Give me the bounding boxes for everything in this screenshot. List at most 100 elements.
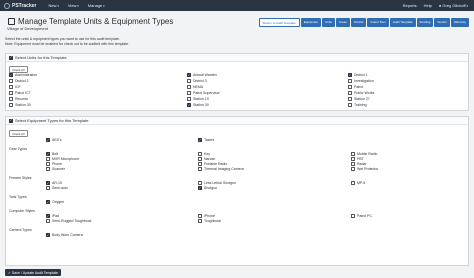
checkbox[interactable]: ✓ xyxy=(46,214,50,218)
brand[interactable]: PSTracker xyxy=(4,2,36,9)
checkbox[interactable] xyxy=(187,79,191,83)
checkbox-item[interactable]: ICF xyxy=(9,85,21,89)
checkbox[interactable] xyxy=(348,79,352,83)
tab-return-to-audit-template[interactable]: Return to Audit Template xyxy=(258,18,300,27)
checkbox[interactable] xyxy=(351,162,355,166)
checkbox[interactable] xyxy=(187,97,191,101)
checkbox[interactable] xyxy=(187,91,191,95)
checkbox[interactable] xyxy=(9,97,13,101)
checkbox[interactable]: ✓ xyxy=(198,138,202,142)
checkbox[interactable] xyxy=(198,152,202,156)
checkbox[interactable]: ✓ xyxy=(198,186,202,190)
checkbox[interactable] xyxy=(348,85,352,89)
checkbox[interactable] xyxy=(348,91,352,95)
checkbox[interactable] xyxy=(348,97,352,101)
checkbox[interactable] xyxy=(198,157,202,161)
checkbox-item[interactable]: ✓ AED's xyxy=(46,138,62,142)
checkbox[interactable] xyxy=(351,214,355,218)
checkbox[interactable] xyxy=(351,157,355,161)
checkbox[interactable] xyxy=(187,85,191,89)
checkbox-item[interactable]: iPhone xyxy=(198,214,215,218)
checkbox-item[interactable]: District 3 xyxy=(187,79,207,83)
checkbox[interactable]: ✓ xyxy=(46,138,50,142)
checkbox-item[interactable]: Records xyxy=(9,97,28,101)
save-template-button[interactable]: ✓ Save / Update Audit Template xyxy=(5,269,61,276)
nav-help-link[interactable]: Help xyxy=(424,3,432,8)
checkbox-item[interactable]: Phone xyxy=(46,162,62,166)
nav-reports-link[interactable]: Reports xyxy=(403,3,417,8)
checkbox[interactable] xyxy=(351,152,355,156)
checkbox[interactable] xyxy=(46,167,50,171)
checkbox-item[interactable]: Mobile Radio xyxy=(351,152,377,156)
nav-menu-manage[interactable]: Manage xyxy=(88,3,105,8)
checkbox-item[interactable]: Portable Radio xyxy=(198,162,227,166)
checkbox[interactable]: ✓ xyxy=(187,73,191,77)
checkbox-item[interactable]: Station 19 xyxy=(187,97,209,101)
tab-nav-3[interactable]: Areas xyxy=(335,18,350,27)
tab-nav-7[interactable]: Funding xyxy=(416,18,434,27)
tab-nav-6[interactable]: Audit Template xyxy=(389,18,416,27)
checkbox[interactable] xyxy=(46,157,50,161)
checkbox-item[interactable]: Toughbook xyxy=(198,219,221,223)
checkbox-item[interactable]: ✓ Shotgun xyxy=(198,186,217,190)
equipment-check-all-button[interactable]: Check All xyxy=(9,130,28,137)
checkbox-item[interactable]: ✓ Administration xyxy=(9,73,37,77)
tab-nav-2[interactable]: Units xyxy=(322,18,335,27)
checkbox-item[interactable]: Station 30 xyxy=(9,103,31,107)
checkbox-item[interactable]: Semi-auto xyxy=(46,186,68,190)
tab-nav-4[interactable]: Vehicle xyxy=(350,18,367,27)
checkbox-item[interactable]: PBT xyxy=(351,157,364,161)
checkbox[interactable] xyxy=(351,181,355,185)
user-menu[interactable]: ● Greg Glickoff xyxy=(439,3,468,8)
units-section-toggle[interactable]: ✓ xyxy=(9,55,13,60)
checkbox-item[interactable]: Less Lethal Shotgun xyxy=(198,181,236,185)
checkbox-item[interactable]: NEMA xyxy=(187,85,203,89)
checkbox-item[interactable]: Patrol Supervisor xyxy=(187,91,220,95)
units-check-all-button[interactable]: Check All xyxy=(9,66,28,73)
checkbox-item[interactable]: Patrol ICT xyxy=(9,91,31,95)
checkbox[interactable] xyxy=(9,85,13,89)
checkbox-item[interactable]: ✓ Tasers xyxy=(198,138,214,142)
checkbox[interactable]: ✓ xyxy=(46,181,50,185)
nav-menu-view[interactable]: View xyxy=(68,3,79,8)
checkbox-item[interactable]: Patrol xyxy=(348,85,363,89)
checkbox-item[interactable]: ✓ Body Worn Camera xyxy=(46,233,83,237)
tab-nav-5[interactable]: Indent Sum xyxy=(367,18,389,27)
nav-menu-new[interactable]: New xyxy=(48,3,58,8)
checkbox-item[interactable]: ✓ Animal Warden xyxy=(187,73,217,77)
checkbox[interactable] xyxy=(198,162,202,166)
checkbox-item[interactable]: MVR Microphone xyxy=(46,157,79,161)
checkbox-item[interactable]: ✓ District 1 xyxy=(348,73,368,77)
checkbox-item[interactable]: Public Works xyxy=(348,91,374,95)
checkbox-item[interactable]: MP-5 xyxy=(351,181,365,185)
checkbox-item[interactable]: Scanner xyxy=(46,167,65,171)
checkbox-item[interactable]: ✓ Belt xyxy=(46,152,58,156)
equipment-section-toggle[interactable]: ✓ xyxy=(9,118,13,123)
checkbox-item[interactable]: Thermal Imaging Camera xyxy=(198,167,244,171)
checkbox[interactable] xyxy=(9,103,13,107)
tab-nav-9[interactable]: Warranty xyxy=(450,18,469,27)
checkbox[interactable] xyxy=(46,162,50,166)
checkbox[interactable] xyxy=(198,219,202,223)
checkbox[interactable]: ✓ xyxy=(187,103,191,107)
checkbox[interactable] xyxy=(198,167,202,171)
checkbox-item[interactable]: ✓ AR-15 xyxy=(46,181,62,185)
checkbox[interactable] xyxy=(46,186,50,190)
checkbox[interactable] xyxy=(348,103,352,107)
checkbox-item[interactable]: Semi-Rugged Toughbook xyxy=(46,219,91,223)
checkbox[interactable]: ✓ xyxy=(348,73,352,77)
checkbox[interactable]: ✓ xyxy=(46,233,50,237)
checkbox-item[interactable]: Wet Protector xyxy=(351,167,378,171)
checkbox[interactable] xyxy=(198,214,202,218)
checkbox-item[interactable]: Patrol PC xyxy=(351,214,372,218)
checkbox-item[interactable]: District 2 xyxy=(9,79,29,83)
checkbox[interactable]: ✓ xyxy=(46,152,50,156)
checkbox-item[interactable]: Radar xyxy=(351,162,367,166)
checkbox-item[interactable]: Training xyxy=(348,103,367,107)
checkbox-item[interactable]: Key xyxy=(198,152,210,156)
checkbox[interactable]: ✓ xyxy=(46,200,50,204)
checkbox[interactable]: ✓ xyxy=(9,73,13,77)
checkbox[interactable] xyxy=(46,219,50,223)
checkbox[interactable] xyxy=(9,91,13,95)
checkbox[interactable] xyxy=(9,79,13,83)
